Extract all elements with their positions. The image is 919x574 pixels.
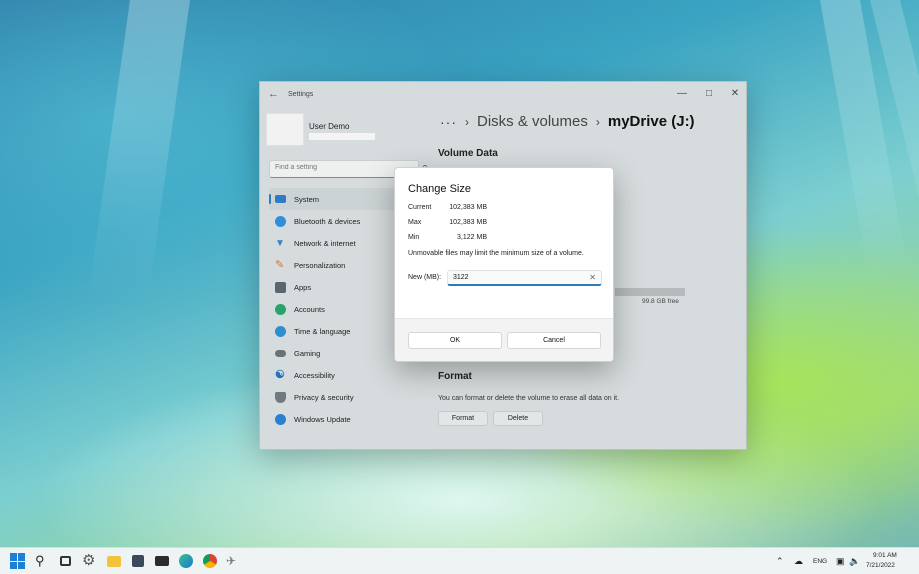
sidebar-item-label: System bbox=[294, 194, 320, 204]
settings-gear-icon[interactable]: ⚙ bbox=[82, 553, 98, 569]
sidebar-item-label: Accessibility bbox=[294, 370, 335, 380]
title-bar: ← Settings — □ ✕ bbox=[260, 82, 746, 108]
max-value: 102,383 MB bbox=[449, 219, 487, 226]
min-label: Min bbox=[408, 234, 420, 241]
shield-icon bbox=[275, 391, 286, 403]
format-description: You can format or delete the volume to e… bbox=[438, 395, 620, 402]
sidebar-item-label: Accounts bbox=[294, 304, 325, 314]
store-icon[interactable] bbox=[130, 553, 146, 569]
sidebar-item-label: Time & language bbox=[294, 326, 351, 336]
sidebar-item-label: Windows Update bbox=[294, 414, 351, 424]
max-label: Max bbox=[408, 219, 422, 226]
breadcrumb-overflow[interactable]: ··· bbox=[440, 114, 457, 130]
wallpaper-streak bbox=[87, 0, 190, 300]
person-icon bbox=[275, 303, 286, 315]
chrome-icon[interactable] bbox=[202, 553, 218, 569]
wifi-icon: ▼ bbox=[275, 237, 285, 249]
search-input[interactable] bbox=[275, 164, 395, 171]
breadcrumb-disks-volumes[interactable]: Disks & volumes bbox=[477, 113, 588, 130]
display-icon bbox=[275, 195, 286, 203]
free-space-label: 99.8 GB free bbox=[642, 298, 679, 305]
network-icon[interactable]: ▣ bbox=[836, 556, 845, 567]
sidebar-item-label: Personalization bbox=[294, 260, 346, 270]
ok-button[interactable]: OK bbox=[408, 332, 502, 349]
chevron-up-icon[interactable]: ⌃ bbox=[776, 556, 784, 567]
clock-time[interactable]: 9:01 AM bbox=[873, 552, 897, 559]
avatar bbox=[266, 113, 304, 146]
maximize-button[interactable]: □ bbox=[698, 85, 720, 103]
delete-button[interactable]: Delete bbox=[493, 411, 543, 426]
usage-bar bbox=[615, 288, 685, 296]
format-heading: Format bbox=[438, 371, 472, 382]
sidebar-item-privacy[interactable]: Privacy & security bbox=[269, 386, 419, 408]
new-size-input[interactable] bbox=[453, 274, 573, 281]
minimum-size-note: Unmovable files may limit the minimum si… bbox=[408, 250, 584, 257]
edge-icon[interactable] bbox=[178, 553, 194, 569]
volume-icon[interactable]: 🔈 bbox=[849, 556, 860, 567]
new-size-label: New (MB): bbox=[408, 274, 442, 281]
bluetooth-icon bbox=[275, 215, 286, 227]
current-value: 102,383 MB bbox=[449, 204, 487, 211]
back-arrow-icon[interactable]: ← bbox=[268, 88, 282, 102]
close-button[interactable]: ✕ bbox=[724, 85, 746, 103]
sidebar-item-label: Privacy & security bbox=[294, 392, 354, 402]
user-email-redacted bbox=[309, 133, 375, 140]
new-size-field[interactable]: ✕ bbox=[447, 270, 602, 286]
volume-data-heading: Volume Data bbox=[438, 148, 498, 159]
language-indicator[interactable]: ENG bbox=[813, 558, 827, 565]
gamepad-icon bbox=[275, 349, 286, 357]
terminal-icon[interactable] bbox=[154, 553, 170, 569]
sidebar-item-accessibility[interactable]: ☯ Accessibility bbox=[269, 364, 419, 386]
chevron-right-icon: › bbox=[465, 114, 469, 129]
cancel-button[interactable]: Cancel bbox=[507, 332, 601, 349]
sidebar-item-label: Network & internet bbox=[294, 238, 356, 248]
dialog-footer: OK Cancel bbox=[395, 318, 613, 361]
min-value: 3,122 MB bbox=[457, 234, 487, 241]
search-icon[interactable]: ⚲ bbox=[35, 553, 51, 569]
apps-icon bbox=[275, 281, 286, 293]
change-size-dialog: Change Size Current 102,383 MB Max 102,3… bbox=[394, 167, 614, 362]
accessibility-icon: ☯ bbox=[275, 368, 285, 381]
dialog-title: Change Size bbox=[408, 183, 471, 195]
current-label: Current bbox=[408, 204, 432, 211]
sidebar-item-label: Bluetooth & devices bbox=[294, 216, 361, 226]
task-view-icon[interactable] bbox=[58, 553, 74, 569]
taskbar: ⚲ ⚙ ✈ ⌃ ☁ ENG ▣ 🔈 9:01 AM 7/21/2022 bbox=[0, 547, 919, 574]
start-icon[interactable] bbox=[10, 553, 26, 569]
user-name: User Demo bbox=[309, 122, 350, 131]
page-title: myDrive (J:) bbox=[607, 113, 695, 130]
sidebar-item-windows-update[interactable]: Windows Update bbox=[269, 408, 419, 430]
minimize-button[interactable]: — bbox=[671, 85, 693, 103]
sidebar-item-label: Gaming bbox=[294, 348, 321, 358]
clock-date[interactable]: 7/21/2022 bbox=[866, 562, 895, 569]
breadcrumb: ··· › Disks & volumes › myDrive (J:) bbox=[440, 113, 695, 130]
onedrive-icon[interactable]: ☁ bbox=[794, 556, 803, 567]
brush-icon: ✎ bbox=[275, 258, 285, 271]
clear-icon[interactable]: ✕ bbox=[589, 273, 596, 282]
sidebar-item-label: Apps bbox=[294, 282, 312, 292]
update-icon bbox=[275, 413, 286, 425]
file-explorer-icon[interactable] bbox=[106, 553, 122, 569]
globe-icon bbox=[275, 325, 286, 337]
window-title: Settings bbox=[288, 91, 314, 98]
format-button[interactable]: Format bbox=[438, 411, 488, 426]
chevron-right-icon: › bbox=[595, 114, 600, 129]
app-icon[interactable]: ✈ bbox=[226, 553, 242, 569]
